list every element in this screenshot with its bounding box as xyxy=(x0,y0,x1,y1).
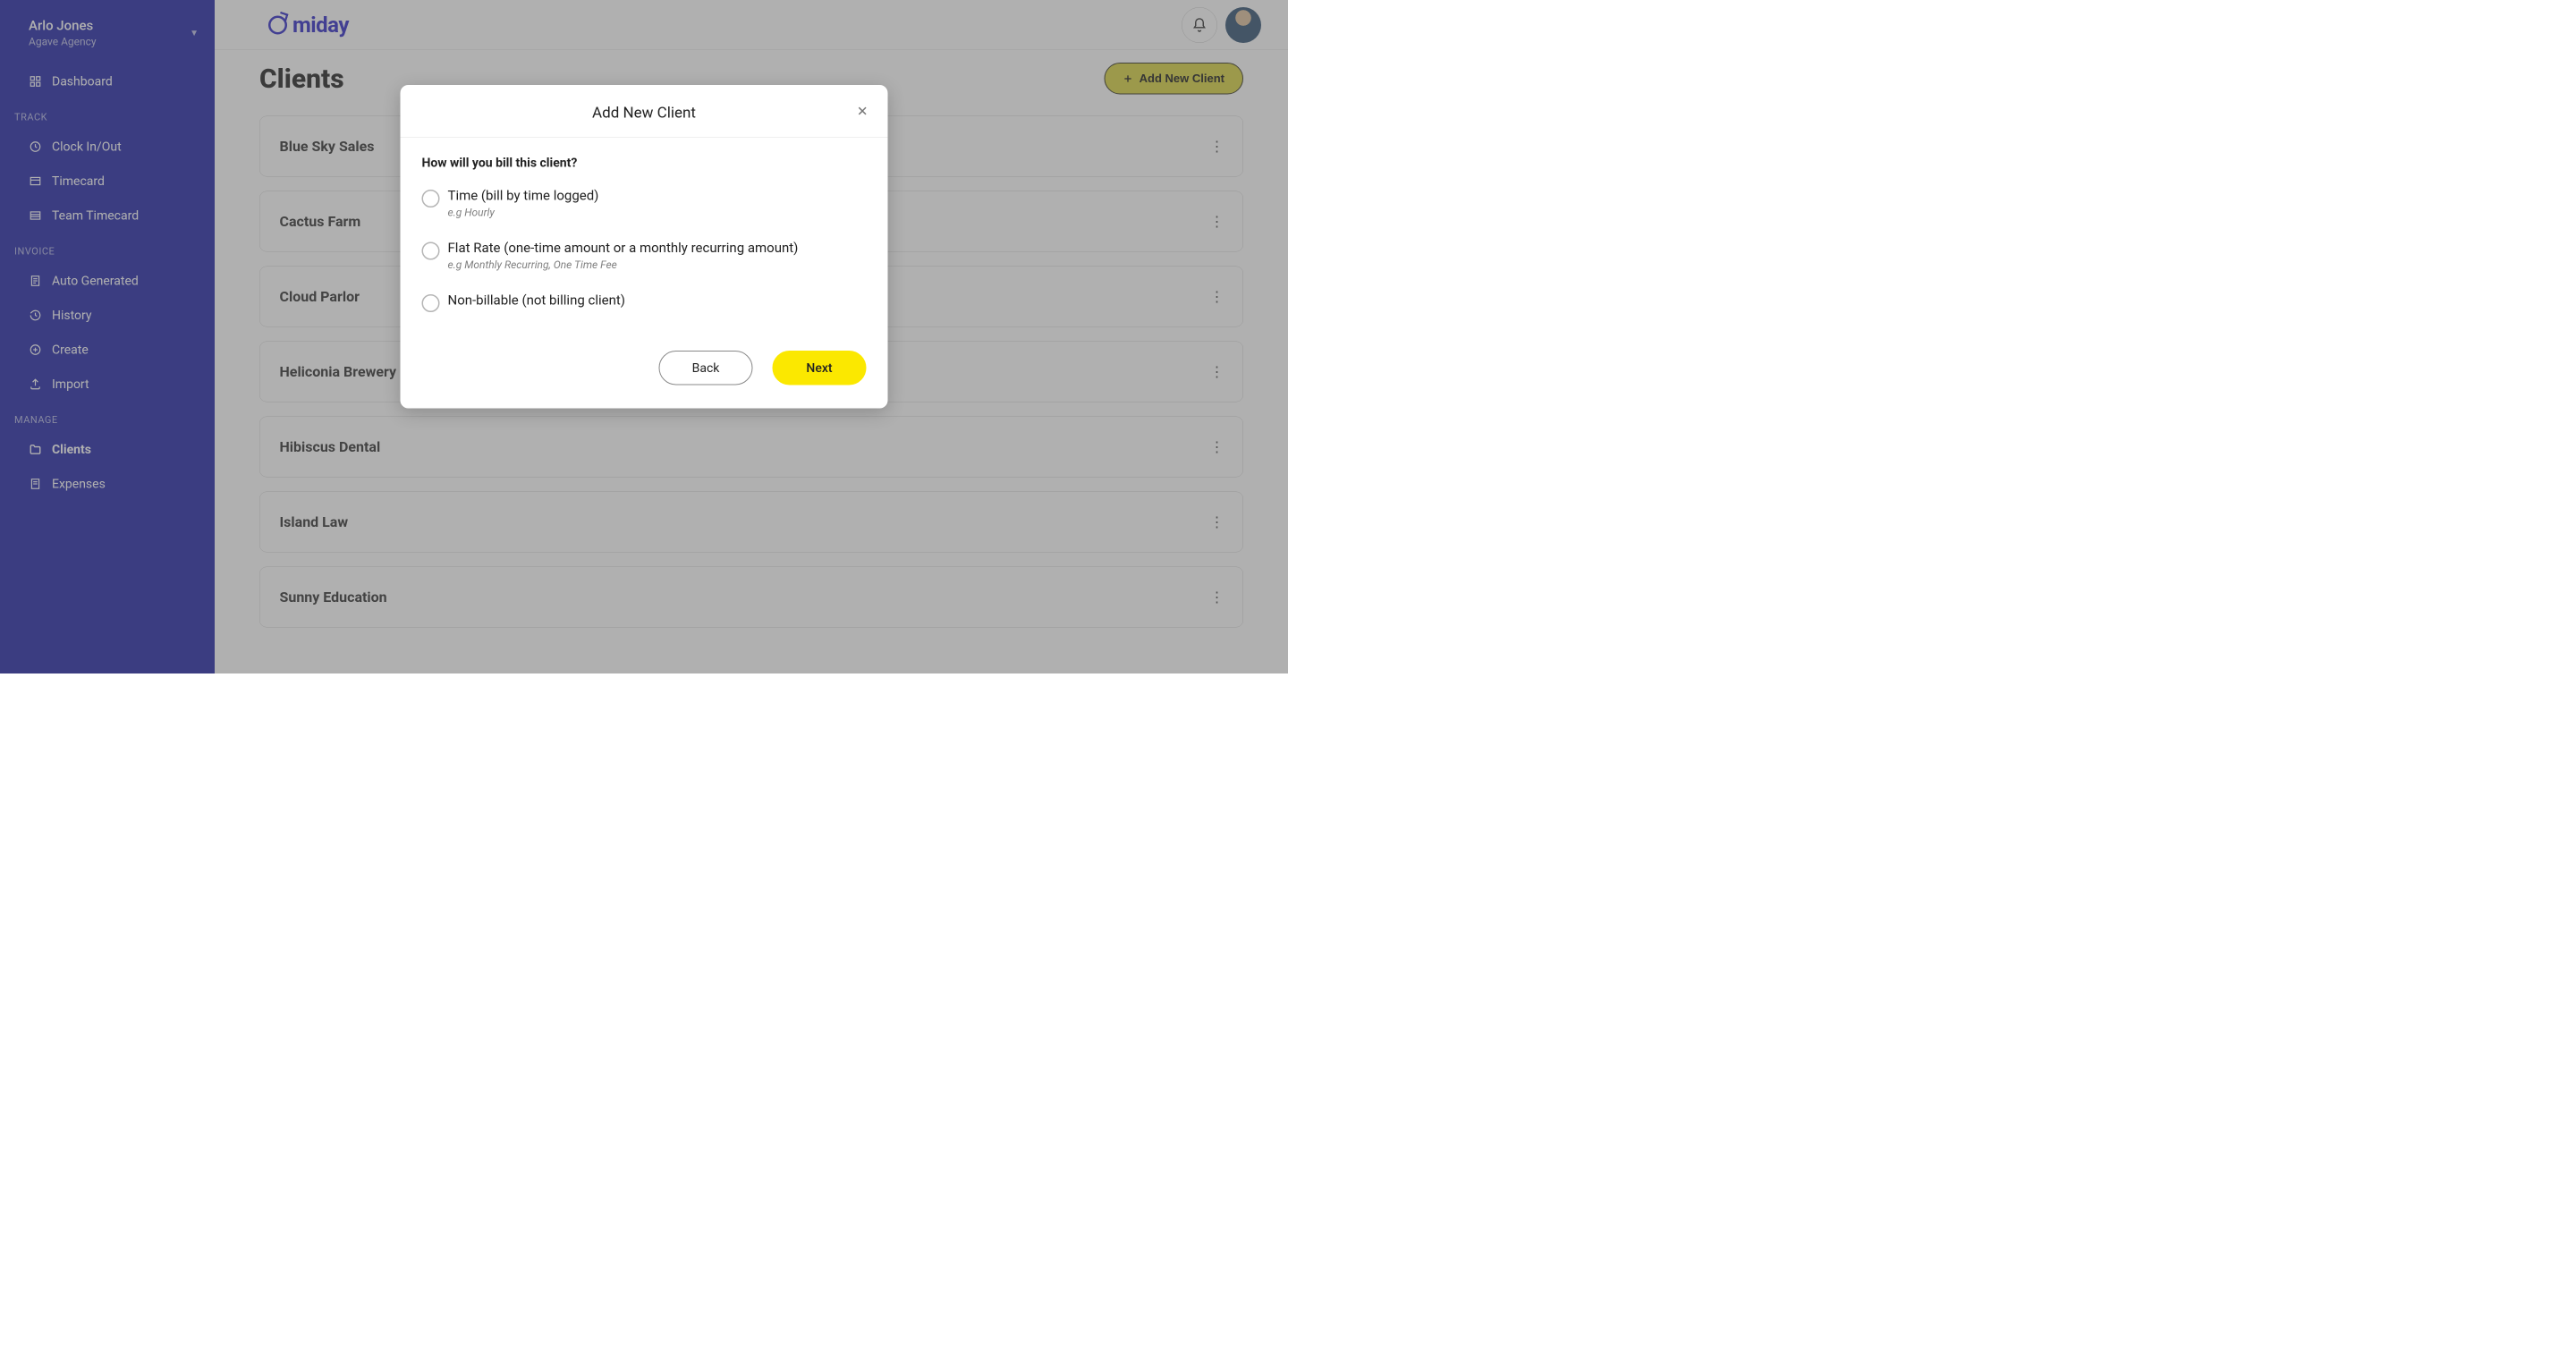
modal-header: Add New Client ✕ xyxy=(401,85,888,138)
modal-footer: Back Next xyxy=(401,331,888,409)
radio-label: Time (bill by time logged) xyxy=(448,188,599,204)
modal-question: How will you bill this client? xyxy=(422,156,867,171)
modal-body: How will you bill this client? Time (bil… xyxy=(401,138,888,332)
next-button[interactable]: Next xyxy=(773,351,867,385)
modal-title: Add New Client xyxy=(592,104,696,122)
radio-icon xyxy=(422,294,440,312)
app-root: Arlo Jones Agave Agency ▼ Dashboard TRAC… xyxy=(0,0,1288,674)
radio-label: Non-billable (not billing client) xyxy=(448,292,626,309)
billing-option-time[interactable]: Time (bill by time logged) e.g Hourly xyxy=(422,182,867,223)
modal-overlay[interactable]: Add New Client ✕ How will you bill this … xyxy=(0,0,1288,674)
back-button[interactable]: Back xyxy=(659,351,753,385)
radio-hint: e.g Hourly xyxy=(448,207,599,219)
add-client-modal: Add New Client ✕ How will you bill this … xyxy=(401,85,888,409)
billing-option-flat[interactable]: Flat Rate (one-time amount or a monthly … xyxy=(422,234,867,275)
radio-icon xyxy=(422,242,440,260)
radio-hint: e.g Monthly Recurring, One Time Fee xyxy=(448,258,799,271)
radio-icon xyxy=(422,190,440,208)
billing-option-nonbillable[interactable]: Non-billable (not billing client) xyxy=(422,286,867,316)
close-icon[interactable]: ✕ xyxy=(857,104,869,120)
radio-label: Flat Rate (one-time amount or a monthly … xyxy=(448,241,799,257)
